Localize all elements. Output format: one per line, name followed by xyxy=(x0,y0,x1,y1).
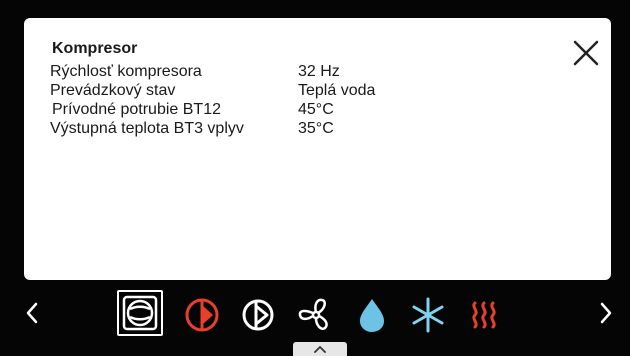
chevron-left-icon xyxy=(26,302,38,324)
compressor-icon xyxy=(122,295,158,331)
table-row: Prívodné potrubie BT12 45°C xyxy=(48,100,448,119)
nav-item-hot-water[interactable] xyxy=(350,293,394,337)
close-button[interactable] xyxy=(571,38,601,68)
snowflake-icon xyxy=(412,297,444,333)
row-value: 32 Hz xyxy=(298,63,340,80)
prev-button[interactable] xyxy=(22,298,42,328)
row-label: Výstupná teplota BT3 vplyv xyxy=(50,120,244,137)
row-label: Rýchlosť kompresora xyxy=(50,63,202,80)
table-row: Výstupná teplota BT3 vplyv 35°C xyxy=(48,119,448,138)
table-row: Prevádzkový stav Teplá voda xyxy=(48,81,448,100)
nav-item-heating[interactable] xyxy=(462,293,506,337)
chevron-right-icon xyxy=(600,302,612,324)
info-panel: Kompresor Rýchlosť kompresora 32 Hz Prev… xyxy=(24,18,611,280)
row-label: Prívodné potrubie BT12 xyxy=(52,101,221,118)
nav-item-pump-red[interactable] xyxy=(180,293,224,337)
expand-tab[interactable] xyxy=(293,342,347,356)
nav-item-compressor[interactable] xyxy=(117,290,163,336)
panel-title: Kompresor xyxy=(52,40,138,57)
nav-item-pump-white[interactable] xyxy=(236,293,280,337)
row-value: 45°C xyxy=(298,101,334,118)
fan-icon xyxy=(298,298,328,330)
chevron-up-icon xyxy=(314,346,326,353)
next-button[interactable] xyxy=(596,298,616,328)
water-drop-icon xyxy=(360,299,384,332)
table-row: Rýchlosť kompresora 32 Hz xyxy=(48,62,448,81)
close-icon xyxy=(573,40,599,66)
nav-item-cooling[interactable] xyxy=(406,293,450,337)
nav-item-fan[interactable] xyxy=(294,293,338,337)
row-value: 35°C xyxy=(298,120,334,137)
heating-icon xyxy=(472,301,496,329)
info-table: Rýchlosť kompresora 32 Hz Prevádzkový st… xyxy=(48,62,448,138)
row-value: Teplá voda xyxy=(298,82,376,99)
pump-white-icon xyxy=(242,299,274,331)
pump-red-icon xyxy=(185,298,219,332)
row-label: Prevádzkový stav xyxy=(50,82,176,99)
